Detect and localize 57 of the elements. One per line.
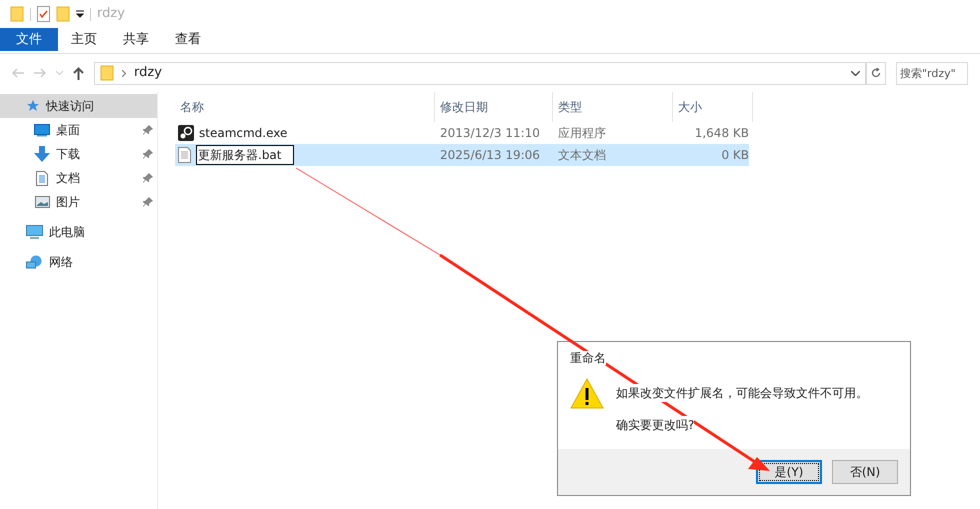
dialog-question: 确实要更改吗? [616,416,694,434]
chevron-icon [122,70,126,76]
ribbon-tab[interactable]: 共享 [110,28,162,51]
column-header[interactable]: 大小 [673,92,753,122]
sidebar-item[interactable]: 快速访问 [0,94,157,118]
sidebar-item[interactable]: 桌面 [0,118,157,142]
file-name: steamcmd.exe [199,125,288,142]
ribbon-tab[interactable]: 查看 [162,28,214,51]
document-icon [36,170,48,186]
dialog-title: 重命名 [570,351,606,365]
column-header[interactable]: 类型 [553,92,673,122]
dialog-button[interactable]: 否(N) [832,460,898,484]
down-arrow-icon [34,146,50,162]
rename-field[interactable]: 更新服务器.bat [196,145,294,165]
file-type: 文本文档 [557,147,607,164]
file-type: 应用程序 [557,125,607,142]
new-folder-icon [56,6,70,22]
sidebar-item[interactable]: 图片 [0,190,157,214]
file-row[interactable]: steamcmd.exe 2013/12/3 11:10 应用程序 1,648 KB [175,122,749,144]
network-icon [26,254,43,270]
window-title: rdzy [97,5,125,24]
computer-icon [26,224,43,240]
address-path: rdzy [134,64,163,82]
properties-icon[interactable] [37,6,50,22]
sidebar-item[interactable]: 下载 [0,142,157,166]
pin-icon[interactable] [143,125,153,135]
folder-icon [10,6,24,22]
text-file-icon [178,147,191,163]
folder-icon [100,65,114,81]
star-icon [26,99,40,113]
sidebar-item[interactable]: 文档 [0,166,157,190]
ribbon-tab[interactable]: 文件 [0,28,58,51]
search-field[interactable]: 搜索"rdzy" [896,62,968,84]
up-arrow-icon[interactable] [73,66,84,80]
file-size: 0 KB [720,147,749,164]
refresh-button[interactable] [866,62,886,84]
file-row[interactable]: 更新服务器.bat 2025/6/13 19:06 文本文档 0 KB [175,144,749,166]
picture-icon [34,196,50,208]
column-header[interactable]: 修改日期 [435,92,553,122]
refresh-icon [871,68,881,78]
file-date: 2025/6/13 19:06 [439,147,541,164]
pin-icon[interactable] [143,173,153,183]
address-bar[interactable]: rdzy [94,62,866,84]
sidebar-item[interactable]: 网络 [0,250,157,274]
warning-icon [570,378,604,409]
app-icon [178,125,194,141]
pin-icon[interactable] [143,149,153,159]
ribbon-tab[interactable]: 主页 [58,28,110,51]
file-date: 2013/12/3 11:10 [439,125,541,142]
chevron-down-icon[interactable] [851,70,860,76]
file-size: 1,648 KB [694,125,749,142]
desktop-icon [34,124,50,136]
dialog-button[interactable]: 是(Y) [756,460,822,484]
column-header[interactable]: 名称 [175,92,435,122]
sidebar-item[interactable]: 此电脑 [0,220,157,244]
dropdown-icon[interactable] [76,10,84,18]
pin-icon[interactable] [143,197,153,207]
